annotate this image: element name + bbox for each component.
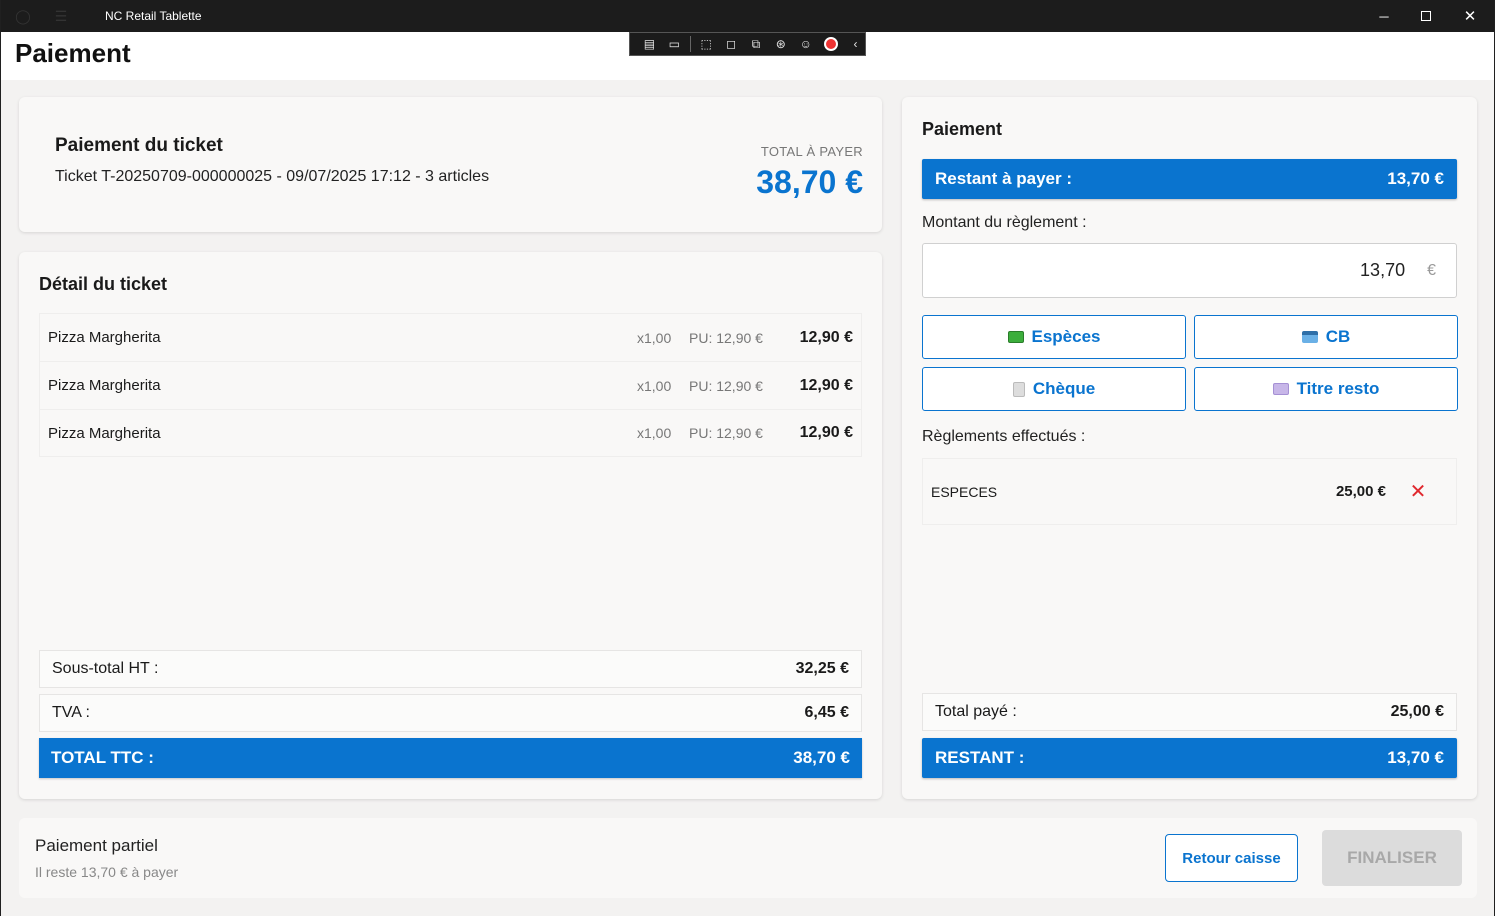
line-qty: x1,00 xyxy=(637,377,672,394)
cash-icon xyxy=(1007,331,1024,343)
accessibility-icon[interactable]: ☺ xyxy=(796,35,815,53)
window-title: NC Retail Tablette xyxy=(105,9,202,23)
total-paid-row: Total payé : 25,00 € xyxy=(922,693,1457,731)
ticket-line[interactable]: Pizza Margherita x1,00 PU: 12,90 € 12,90… xyxy=(39,361,862,409)
line-unit-price: PU: 12,90 € xyxy=(689,377,763,394)
app-window: ◯ ☰ NC Retail Tablette ─ ✕ Paiement ▤ ▭ … xyxy=(1,0,1494,916)
tva-row: TVA : 6,45 € xyxy=(39,694,862,732)
back-to-register-button[interactable]: Retour caisse xyxy=(1165,834,1298,882)
subtotal-row: Sous-total HT : 32,25 € xyxy=(39,650,862,688)
cheque-button[interactable]: Chèque xyxy=(922,367,1186,411)
detail-title: Détail du ticket xyxy=(39,274,168,294)
partial-payment-subtitle: Il reste 13,70 € à payer xyxy=(35,864,179,880)
line-name: Pizza Margherita xyxy=(48,329,161,346)
finalize-button[interactable]: FINALISER xyxy=(1322,830,1462,886)
payment-entry: ESPECES 25,00 € ✕ xyxy=(922,458,1457,525)
line-amount: 12,90 € xyxy=(799,376,853,394)
layout-adorner-icon[interactable]: ◻ xyxy=(722,35,741,53)
cheque-icon xyxy=(1012,381,1025,397)
credit-card-icon xyxy=(1301,331,1318,343)
remaining-to-pay-bar: Restant à payer : 13,70 € xyxy=(922,159,1457,199)
delete-payment-icon[interactable]: ✕ xyxy=(1408,479,1428,504)
total-paid-label: Total payé : xyxy=(935,703,1017,720)
total-to-pay-amount: 38,70 € xyxy=(756,164,863,200)
ticket-detail-card: Détail du ticket Pizza Margherita x1,00 … xyxy=(19,252,882,799)
amount-input[interactable]: 13,70 € xyxy=(922,243,1457,298)
back-arrow-icon[interactable]: ◯ xyxy=(15,8,31,24)
maximize-icon xyxy=(1421,11,1431,21)
line-amount: 12,90 € xyxy=(799,424,853,441)
currency-symbol: € xyxy=(1427,261,1436,279)
menu-icon[interactable]: ☰ xyxy=(53,8,69,24)
line-unit-price: PU: 12,90 € xyxy=(689,425,763,441)
card-button-label: CB xyxy=(1325,327,1351,346)
payments-done-label: Règlements effectués : xyxy=(922,428,1086,445)
line-name: Pizza Margherita xyxy=(48,424,161,442)
remaining-to-pay-label: Restant à payer : xyxy=(935,169,1072,188)
cheque-button-label: Chèque xyxy=(1032,379,1096,398)
subtotal-label: Sous-total HT : xyxy=(52,660,159,677)
card-button[interactable]: CB xyxy=(1194,315,1458,359)
collapse-chevron-icon[interactable]: ‹ xyxy=(846,35,865,53)
ticket-summary-card: Paiement du ticket Ticket T-20250709-000… xyxy=(19,97,882,232)
live-tree-icon[interactable]: ▤ xyxy=(640,35,659,53)
meal-voucher-button-label: Titre resto xyxy=(1296,379,1380,398)
restant-bar: RESTANT : 13,70 € xyxy=(922,738,1457,778)
line-qty: x1,00 xyxy=(637,329,672,346)
ticket-line[interactable]: Pizza Margherita x1,00 PU: 12,90 € 12,90… xyxy=(39,313,862,361)
restant-label: RESTANT : xyxy=(935,748,1025,767)
line-amount: 12,90 € xyxy=(799,328,853,346)
footer-bar: Paiement partiel Il reste 13,70 € à paye… xyxy=(19,818,1477,898)
line-unit-price: PU: 12,90 € xyxy=(689,329,763,346)
camera-icon[interactable]: ▭ xyxy=(665,35,684,53)
ticket-title: Paiement du ticket xyxy=(55,135,223,156)
line-name: Pizza Margherita xyxy=(48,377,161,394)
select-element-icon[interactable]: ⬚ xyxy=(697,35,716,53)
payment-title: Paiement xyxy=(922,119,1003,139)
meal-voucher-button[interactable]: Titre resto xyxy=(1194,367,1458,411)
toolbar-divider xyxy=(689,36,691,52)
subtotal-value: 32,25 € xyxy=(795,660,849,677)
ticket-subtitle: Ticket T-20250709-000000025 - 09/07/2025… xyxy=(55,168,490,185)
total-paid-value: 25,00 € xyxy=(1390,703,1444,720)
total-ttc-value: 38,70 € xyxy=(793,748,850,767)
total-ttc-row: TOTAL TTC : 38,70 € xyxy=(39,738,862,778)
maximize-button[interactable] xyxy=(1403,0,1449,32)
page-title: Paiement xyxy=(15,38,131,68)
tva-value: 6,45 € xyxy=(804,704,849,721)
close-icon: ✕ xyxy=(1463,8,1477,25)
track-focus-icon[interactable]: ⧉ xyxy=(747,35,766,53)
debug-toolbar: ▤ ▭ ⬚ ◻ ⧉ ⊛ ☺ ‹ xyxy=(629,32,866,56)
amount-value: 13,70 xyxy=(1360,260,1406,280)
partial-payment-title: Paiement partiel xyxy=(35,836,158,855)
stop-icon[interactable] xyxy=(821,35,840,53)
remaining-to-pay-value: 13,70 € xyxy=(1387,169,1444,188)
tva-label: TVA : xyxy=(52,704,90,721)
binding-failures-icon[interactable]: ⊛ xyxy=(771,35,790,53)
cash-button[interactable]: Espèces xyxy=(922,315,1186,359)
payment-entry-amount: 25,00 € xyxy=(1335,483,1386,500)
line-qty: x1,00 xyxy=(637,425,672,441)
minimize-button[interactable]: ─ xyxy=(1361,0,1407,32)
total-ttc-label: TOTAL TTC : xyxy=(51,748,154,767)
payment-entry-kind: ESPECES xyxy=(931,483,998,500)
restant-value: 13,70 € xyxy=(1387,748,1444,767)
total-to-pay-label: TOTAL À PAYER xyxy=(760,144,863,159)
meal-voucher-icon xyxy=(1272,383,1289,395)
title-bar: ◯ ☰ NC Retail Tablette ─ ✕ xyxy=(1,0,1494,32)
close-window-button[interactable]: ✕ xyxy=(1447,0,1493,32)
minimize-icon: ─ xyxy=(1379,8,1389,24)
ticket-line[interactable]: Pizza Margherita x1,00 PU: 12,90 € 12,90… xyxy=(39,409,862,457)
payment-card: Paiement Restant à payer : 13,70 € Monta… xyxy=(902,97,1477,799)
amount-label: Montant du règlement : xyxy=(922,214,1087,231)
ticket-lines: Pizza Margherita x1,00 PU: 12,90 € 12,90… xyxy=(39,313,862,457)
cash-button-label: Espèces xyxy=(1031,327,1101,346)
